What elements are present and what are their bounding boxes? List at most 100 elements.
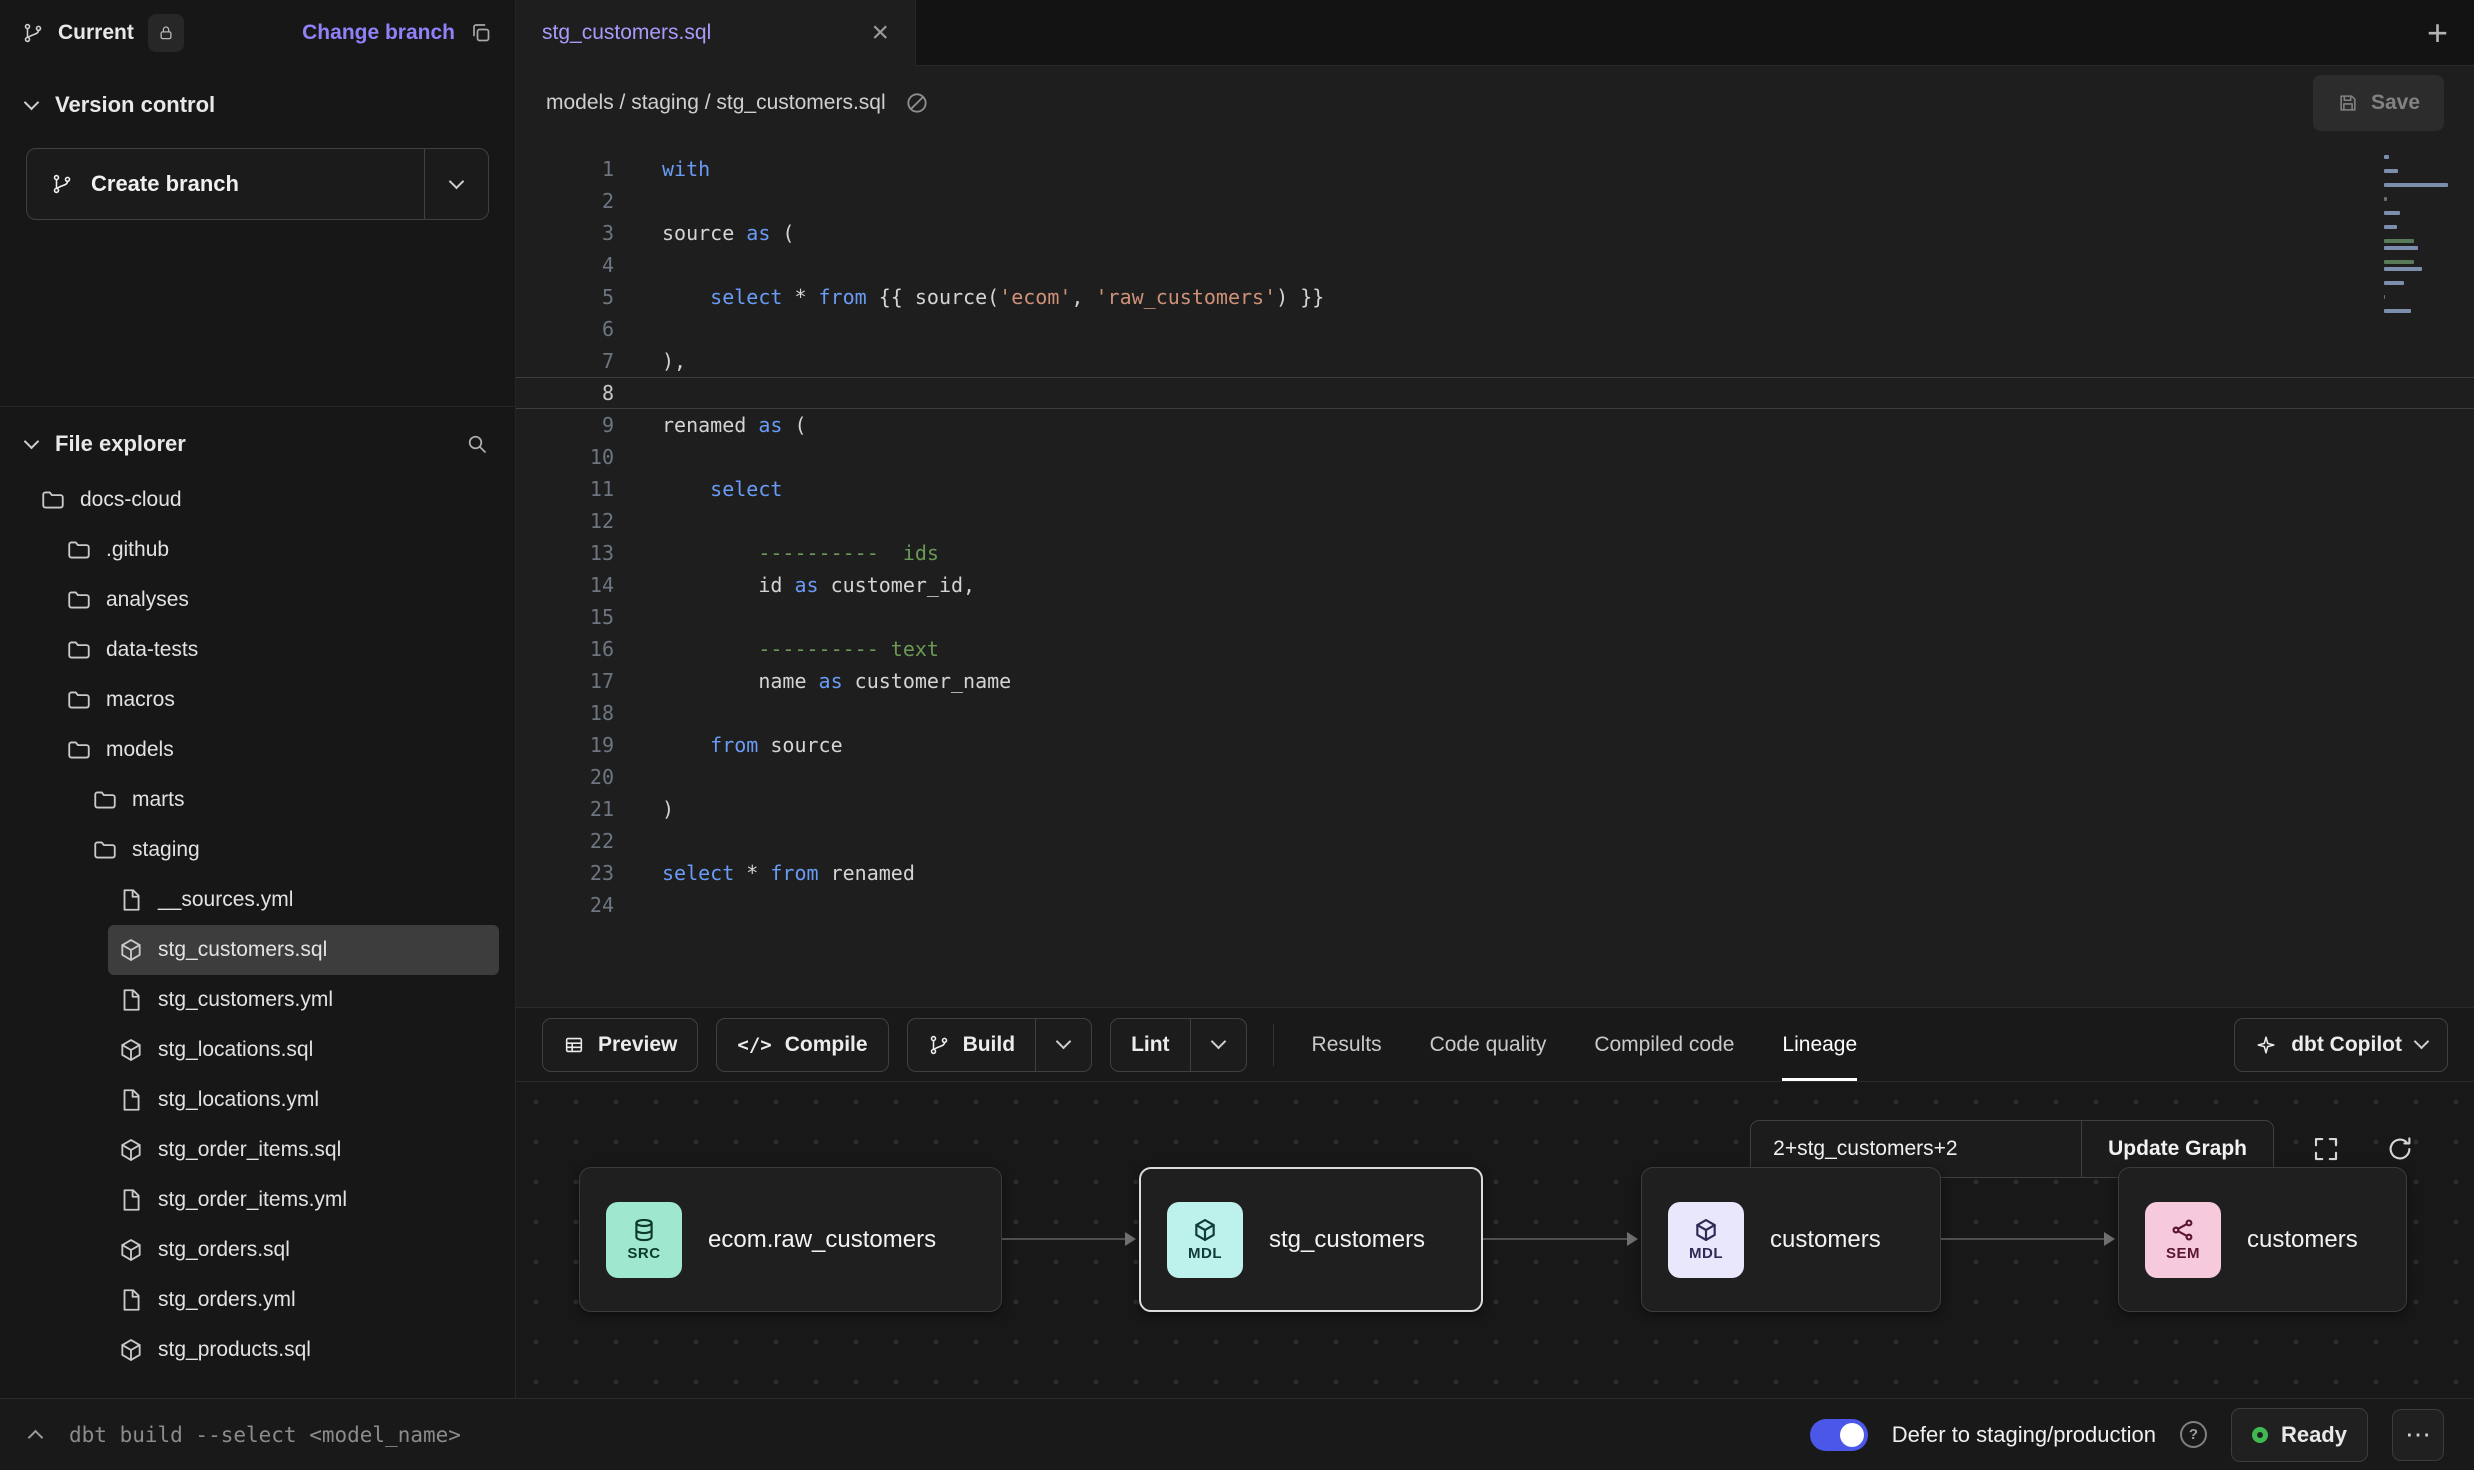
tab-code-quality[interactable]: Code quality xyxy=(1430,1008,1547,1081)
tree-item-macros[interactable]: macros xyxy=(56,675,499,725)
tree-item-staging[interactable]: staging xyxy=(82,825,499,875)
create-branch-dropdown[interactable] xyxy=(424,149,488,219)
line-number: 19 xyxy=(516,729,656,761)
line-number: 11 xyxy=(516,473,656,505)
code-line[interactable]: 18 xyxy=(516,697,2474,729)
code-line[interactable]: 19 from source xyxy=(516,729,2474,761)
search-files-button[interactable] xyxy=(465,432,489,456)
lineage-node-name: customers xyxy=(1770,1226,1881,1254)
line-number: 3 xyxy=(516,217,656,249)
code-line[interactable]: 6 xyxy=(516,313,2474,345)
code-line[interactable]: 23select * from renamed xyxy=(516,857,2474,889)
code-line[interactable]: 17 name as customer_name xyxy=(516,665,2474,697)
code-line[interactable]: 2 xyxy=(516,185,2474,217)
help-icon[interactable]: ? xyxy=(2180,1421,2207,1448)
code-line[interactable]: 14 id as customer_id, xyxy=(516,569,2474,601)
lint-button[interactable]: Lint xyxy=(1110,1018,1246,1072)
tree-item-data-tests[interactable]: data-tests xyxy=(56,625,499,675)
lineage-node-stg-customers[interactable]: MDLstg_customers xyxy=(1139,1167,1483,1312)
breadcrumb: models / staging / stg_customers.sql xyxy=(546,91,886,115)
lint-dropdown[interactable] xyxy=(1190,1019,1246,1071)
change-branch-button[interactable]: Change branch xyxy=(302,21,455,45)
code-line[interactable]: 5 select * from {{ source('ecom', 'raw_c… xyxy=(516,281,2474,313)
tree-item-analyses[interactable]: analyses xyxy=(56,575,499,625)
close-tab-icon[interactable]: × xyxy=(871,18,889,48)
code-line[interactable]: 16 ---------- text xyxy=(516,633,2474,665)
save-button[interactable]: Save xyxy=(2313,75,2444,131)
tree-item-stg-customers-sql[interactable]: stg_customers.sql xyxy=(108,925,499,975)
version-control-header[interactable]: Version control xyxy=(26,92,489,118)
tree-item-stg-products-sql[interactable]: stg_products.sql xyxy=(108,1325,499,1375)
copy-branch-icon[interactable] xyxy=(469,21,493,45)
defer-toggle[interactable] xyxy=(1810,1419,1868,1451)
src-badge: SRC xyxy=(606,1202,682,1278)
expand-command-bar-button[interactable] xyxy=(30,1426,41,1443)
preview-button[interactable]: Preview xyxy=(542,1018,698,1072)
code-line[interactable]: 20 xyxy=(516,761,2474,793)
code-line[interactable]: 3source as ( xyxy=(516,217,2474,249)
tab-compiled-code[interactable]: Compiled code xyxy=(1594,1008,1734,1081)
lineage-node-customers[interactable]: SEMcustomers xyxy=(2118,1167,2407,1312)
tree-item-stg-order-items-yml[interactable]: stg_order_items.yml xyxy=(108,1175,499,1225)
lineage-node-customers[interactable]: MDLcustomers xyxy=(1641,1167,1941,1312)
file-name: stg_locations.sql xyxy=(158,1038,313,1062)
code-line[interactable]: 24 xyxy=(516,889,2474,921)
tree-item-stg-orders-yml[interactable]: stg_orders.yml xyxy=(108,1275,499,1325)
command-input[interactable]: dbt build --select <model_name> xyxy=(69,1423,461,1447)
code-editor[interactable]: 1with23source as (45 select * from {{ so… xyxy=(516,139,2474,1007)
code-line[interactable]: 13 ---------- ids xyxy=(516,537,2474,569)
lineage-node-ecom-raw-customers[interactable]: SRCecom.raw_customers xyxy=(579,1167,1002,1312)
dbt-copilot-button[interactable]: dbt Copilot xyxy=(2234,1018,2448,1072)
status-badge[interactable]: Ready xyxy=(2231,1408,2368,1462)
tree-item--github[interactable]: .github xyxy=(56,525,499,575)
folder-icon xyxy=(92,837,118,863)
code-line[interactable]: 15 xyxy=(516,601,2474,633)
ready-label: Ready xyxy=(2281,1422,2347,1448)
code-line[interactable]: 7), xyxy=(516,345,2474,377)
create-branch-button[interactable]: Create branch xyxy=(26,148,489,220)
file-name: models xyxy=(106,738,174,762)
line-number: 16 xyxy=(516,633,656,665)
tree-item-models[interactable]: models xyxy=(56,725,499,775)
tree-item-stg-locations-yml[interactable]: stg_locations.yml xyxy=(108,1075,499,1125)
code-line[interactable]: 11 select xyxy=(516,473,2474,505)
build-button[interactable]: Build xyxy=(907,1018,1093,1072)
code-line[interactable]: 10 xyxy=(516,441,2474,473)
refresh-button[interactable] xyxy=(2378,1127,2422,1171)
folder-icon xyxy=(92,787,118,813)
tab-results[interactable]: Results xyxy=(1312,1008,1382,1081)
line-number: 14 xyxy=(516,569,656,601)
tab-lineage[interactable]: Lineage xyxy=(1782,1008,1857,1081)
tree-item-stg-orders-sql[interactable]: stg_orders.sql xyxy=(108,1225,499,1275)
tree-item-stg-customers-yml[interactable]: stg_customers.yml xyxy=(108,975,499,1025)
new-tab-button[interactable]: + xyxy=(2427,15,2448,51)
results-toolbar: Preview </> Compile Build Lint xyxy=(516,1007,2474,1082)
tree-item-stg-order-items-sql[interactable]: stg_order_items.sql xyxy=(108,1125,499,1175)
line-number: 6 xyxy=(516,313,656,345)
chevron-down-icon xyxy=(24,433,40,449)
code-line[interactable]: 22 xyxy=(516,825,2474,857)
tree-item-marts[interactable]: marts xyxy=(82,775,499,825)
branch-icon xyxy=(51,173,73,195)
tree-item--sources-yml[interactable]: __sources.yml xyxy=(108,875,499,925)
code-line[interactable]: 12 xyxy=(516,505,2474,537)
build-dropdown[interactable] xyxy=(1035,1019,1091,1071)
refresh-icon xyxy=(2385,1134,2415,1164)
tab-stg-customers-sql[interactable]: stg_customers.sql × xyxy=(516,0,916,66)
code-line[interactable]: 8 xyxy=(516,377,2474,409)
more-options-button[interactable]: ⋯ xyxy=(2392,1409,2444,1461)
arrowhead-icon xyxy=(1627,1232,1638,1246)
code-line[interactable]: 9renamed as ( xyxy=(516,409,2474,441)
line-number: 10 xyxy=(516,441,656,473)
code-line[interactable]: 1with xyxy=(516,153,2474,185)
compile-button[interactable]: </> Compile xyxy=(716,1018,888,1072)
tree-item-stg-locations-sql[interactable]: stg_locations.sql xyxy=(108,1025,499,1075)
code-line[interactable]: 4 xyxy=(516,249,2474,281)
line-number: 21 xyxy=(516,793,656,825)
tree-item-docs-cloud[interactable]: docs-cloud xyxy=(30,475,499,525)
line-number: 13 xyxy=(516,537,656,569)
fullscreen-button[interactable] xyxy=(2304,1127,2348,1171)
lineage-canvas[interactable]: Update Graph SRCecom.raw_customersMDLstg… xyxy=(516,1082,2474,1398)
file-explorer-header[interactable]: File explorer xyxy=(0,431,515,457)
code-line[interactable]: 21) xyxy=(516,793,2474,825)
